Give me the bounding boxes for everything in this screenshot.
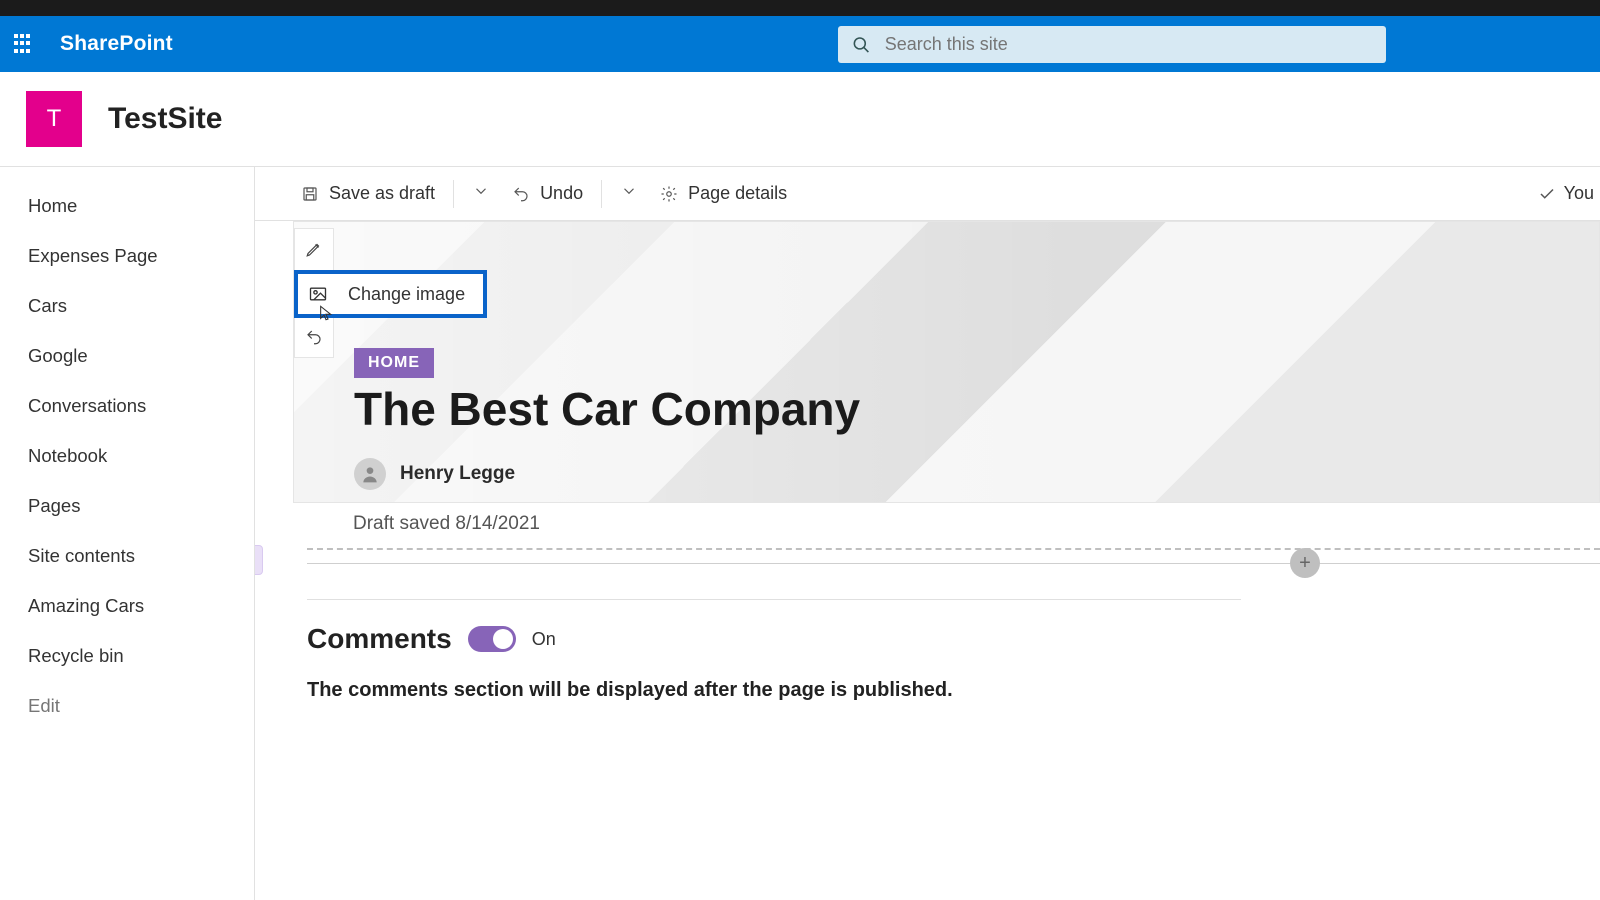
separator — [453, 180, 454, 208]
suite-bar: SharePoint — [0, 16, 1600, 72]
nav-item-home[interactable]: Home — [0, 181, 254, 231]
section-solid-line — [307, 563, 1600, 564]
nav-item-notebook[interactable]: Notebook — [0, 431, 254, 481]
status-right-label: You — [1564, 183, 1594, 204]
add-section-left-button[interactable]: + — [255, 545, 263, 575]
command-bar: Save as draft Undo Page details You — [255, 167, 1600, 221]
nav-item-amazing-cars[interactable]: Amazing Cars — [0, 581, 254, 631]
save-icon — [301, 185, 319, 203]
page-details-label: Page details — [688, 183, 787, 204]
nav-item-expenses[interactable]: Expenses Page — [0, 231, 254, 281]
nav-item-google[interactable]: Google — [0, 331, 254, 381]
page-details-button[interactable]: Page details — [650, 177, 797, 210]
check-icon — [1538, 185, 1556, 203]
canvas: Save as draft Undo Page details You — [255, 167, 1600, 900]
change-image-tooltip[interactable]: Change image — [294, 270, 487, 318]
toggle-knob — [493, 629, 513, 649]
chevron-down-icon — [620, 182, 638, 200]
left-nav: Home Expenses Page Cars Google Conversat… — [0, 167, 255, 900]
nav-item-cars[interactable]: Cars — [0, 281, 254, 331]
edit-pencil-button[interactable] — [295, 229, 333, 269]
brand-label[interactable]: SharePoint — [60, 32, 173, 56]
save-as-draft-button[interactable]: Save as draft — [291, 177, 445, 210]
separator — [601, 180, 602, 208]
comments-note: The comments section will be displayed a… — [307, 679, 953, 702]
author-row: Henry Legge — [354, 458, 515, 490]
search-icon — [852, 35, 871, 55]
draft-saved-label: Draft saved 8/14/2021 — [353, 513, 1600, 535]
section-dashed-divider — [307, 548, 1600, 550]
app-launcher-icon[interactable] — [14, 34, 34, 54]
hero-banner[interactable]: Change image HOME The Best Car Company H… — [293, 221, 1600, 503]
reset-button[interactable] — [295, 317, 333, 357]
hr — [307, 599, 1241, 600]
undo-label: Undo — [540, 183, 583, 204]
site-title[interactable]: TestSite — [108, 102, 222, 136]
comments-toggle[interactable] — [468, 626, 516, 652]
page-title[interactable]: The Best Car Company — [354, 382, 860, 436]
nav-item-site-contents[interactable]: Site contents — [0, 531, 254, 581]
nav-item-pages[interactable]: Pages — [0, 481, 254, 531]
comments-heading: Comments — [307, 623, 452, 655]
topic-badge[interactable]: HOME — [354, 348, 434, 378]
nav-item-conversations[interactable]: Conversations — [0, 381, 254, 431]
nav-item-recycle-bin[interactable]: Recycle bin — [0, 631, 254, 681]
chevron-down-icon — [472, 182, 490, 200]
change-image-label: Change image — [348, 284, 465, 305]
undo-chevron[interactable] — [610, 176, 648, 211]
image-icon — [308, 284, 328, 304]
save-chevron[interactable] — [462, 176, 500, 211]
search-input[interactable] — [885, 34, 1372, 55]
site-logo[interactable]: T — [26, 91, 82, 147]
nav-edit-link[interactable]: Edit — [0, 681, 254, 731]
comments-row: Comments On — [307, 623, 556, 655]
status-right: You — [1538, 183, 1600, 204]
site-header: T TestSite — [0, 72, 1600, 167]
author-name[interactable]: Henry Legge — [400, 463, 515, 485]
avatar[interactable] — [354, 458, 386, 490]
search-box[interactable] — [838, 26, 1386, 63]
gear-icon — [660, 185, 678, 203]
undo-button[interactable]: Undo — [502, 177, 593, 210]
pencil-icon — [305, 240, 323, 258]
browser-chrome-bar — [0, 0, 1600, 16]
save-label: Save as draft — [329, 183, 435, 204]
undo-icon — [512, 185, 530, 203]
undo-icon — [305, 328, 323, 346]
person-icon — [360, 464, 380, 484]
add-webpart-button[interactable]: + — [1290, 548, 1320, 578]
cursor-icon — [318, 304, 334, 322]
comments-toggle-label: On — [532, 629, 556, 650]
